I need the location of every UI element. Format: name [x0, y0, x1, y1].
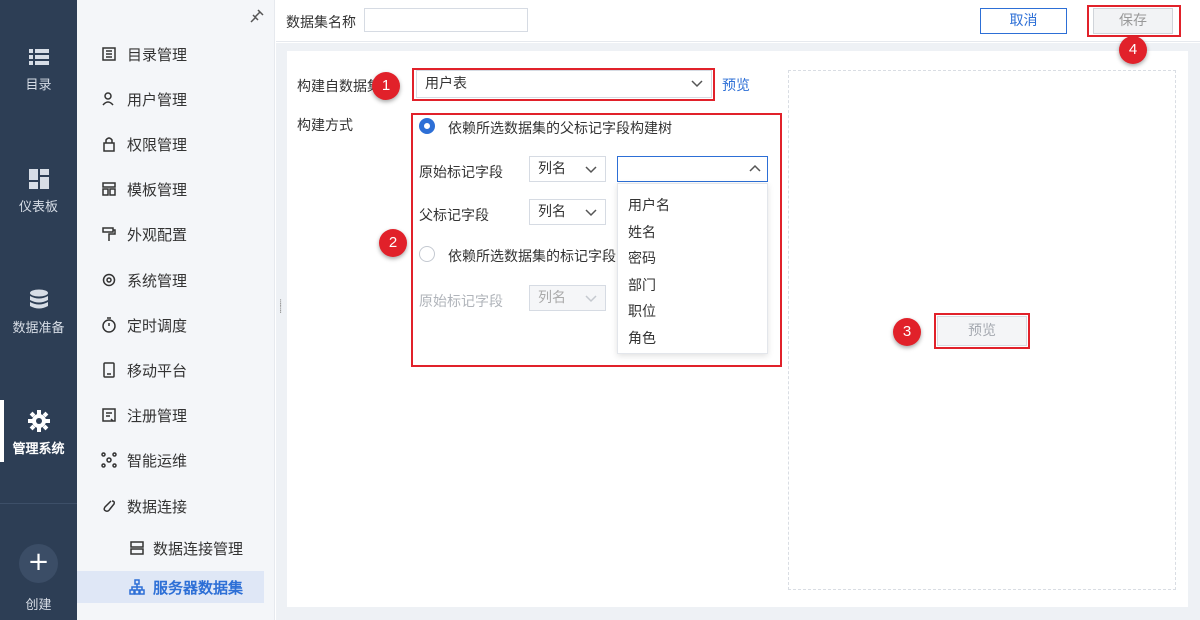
menu-item-label: 目录管理 [127, 45, 188, 64]
menu-item-label: 用户管理 [127, 90, 188, 109]
menu-item-templates[interactable]: 模板管理 [77, 171, 275, 207]
source-preview-link[interactable]: 预览 [722, 75, 750, 95]
rail-item-dashboard[interactable]: 仪表板 [0, 168, 77, 215]
cancel-button[interactable]: 取消 [980, 8, 1067, 34]
rail-divider [0, 503, 77, 504]
menu-item-label: 注册管理 [127, 406, 188, 425]
build-method-label: 构建方式 [297, 118, 353, 134]
splitter-handle[interactable]: ⁞ ⁞ [279, 299, 283, 316]
tree-icon [129, 579, 145, 595]
dataset-name-label: 数据集名称 [286, 15, 356, 31]
menu-item-label: 权限管理 [127, 135, 188, 154]
admin-menu: 目录管理 用户管理 权限管理 模板管理 外观配置 系统管理 定时调度 移动平台 … [77, 0, 275, 620]
annotation-box-4 [1087, 5, 1181, 37]
menu-item-data-connection[interactable]: 数据连接 [77, 488, 275, 524]
menu-item-label: 数据连接 [127, 497, 188, 516]
menu-sub-server-dataset[interactable]: 服务器数据集 [77, 571, 264, 603]
menu-item-label: 模板管理 [127, 180, 188, 199]
settings-icon [102, 273, 116, 287]
lock-icon [103, 137, 115, 152]
menu-sub-label: 数据连接管理 [153, 539, 244, 558]
user-icon [102, 92, 114, 106]
create-button[interactable]: + [19, 544, 58, 583]
menu-item-catalog[interactable]: 目录管理 [77, 36, 275, 72]
rail-item-admin[interactable]: 管理系统 [0, 400, 77, 462]
menu-item-appearance[interactable]: 外观配置 [77, 216, 275, 252]
pin-icon[interactable] [249, 8, 265, 24]
top-toolbar: 数据集名称 取消 保存 [276, 0, 1200, 42]
dashboard-icon [28, 169, 49, 189]
annotation-badge-2: 2 [379, 229, 407, 257]
link-icon [103, 500, 115, 512]
dataset-name-input[interactable] [364, 8, 528, 32]
menu-item-label: 外观配置 [127, 225, 188, 244]
catalog-icon [102, 47, 116, 61]
template-icon [102, 182, 116, 196]
menu-item-label: 移动平台 [127, 361, 188, 380]
gear-icon [27, 410, 50, 432]
menu-item-registration[interactable]: 注册管理 [77, 397, 275, 433]
rail-item-label: 数据准备 [12, 321, 65, 336]
register-icon [102, 408, 116, 422]
rail-item-label: 仪表板 [18, 200, 58, 215]
network-icon [101, 452, 117, 468]
annotation-box-2 [411, 113, 782, 367]
annotation-box-3 [934, 313, 1030, 349]
source-dataset-label: 构建自数据集 [297, 79, 381, 95]
rail-item-data-prep[interactable]: 数据准备 [0, 289, 77, 336]
menu-item-permissions[interactable]: 权限管理 [77, 126, 275, 162]
timer-icon [102, 317, 116, 333]
menu-item-mobile[interactable]: 移动平台 [77, 352, 275, 388]
annotation-badge-3: 3 [893, 318, 921, 346]
menu-item-system[interactable]: 系统管理 [77, 262, 275, 298]
menu-item-ops[interactable]: 智能运维 [77, 442, 275, 478]
database-icon [29, 289, 48, 309]
list-icon [28, 49, 49, 65]
annotation-box-1 [412, 68, 715, 101]
mobile-icon [103, 362, 115, 378]
menu-item-label: 智能运维 [127, 451, 188, 470]
menu-item-label: 系统管理 [127, 271, 188, 290]
rail-item-label: 管理系统 [12, 442, 65, 457]
annotation-badge-4: 4 [1119, 36, 1147, 64]
menu-sub-label: 服务器数据集 [153, 578, 244, 597]
server-icon [130, 541, 144, 555]
rail-item-label: 目录 [25, 78, 52, 93]
menu-item-label: 定时调度 [127, 316, 188, 335]
annotation-badge-1: 1 [372, 72, 400, 100]
paint-roller-icon [102, 227, 116, 241]
menu-item-users[interactable]: 用户管理 [77, 81, 275, 117]
menu-item-scheduler[interactable]: 定时调度 [77, 307, 275, 343]
main-rail: 目录 仪表板 数据准备 管理系统 + 创建 [0, 0, 77, 620]
create-label: 创建 [25, 598, 52, 613]
rail-item-catalog[interactable]: 目录 [0, 46, 77, 93]
menu-sub-connection-mgmt[interactable]: 数据连接管理 [77, 532, 264, 564]
